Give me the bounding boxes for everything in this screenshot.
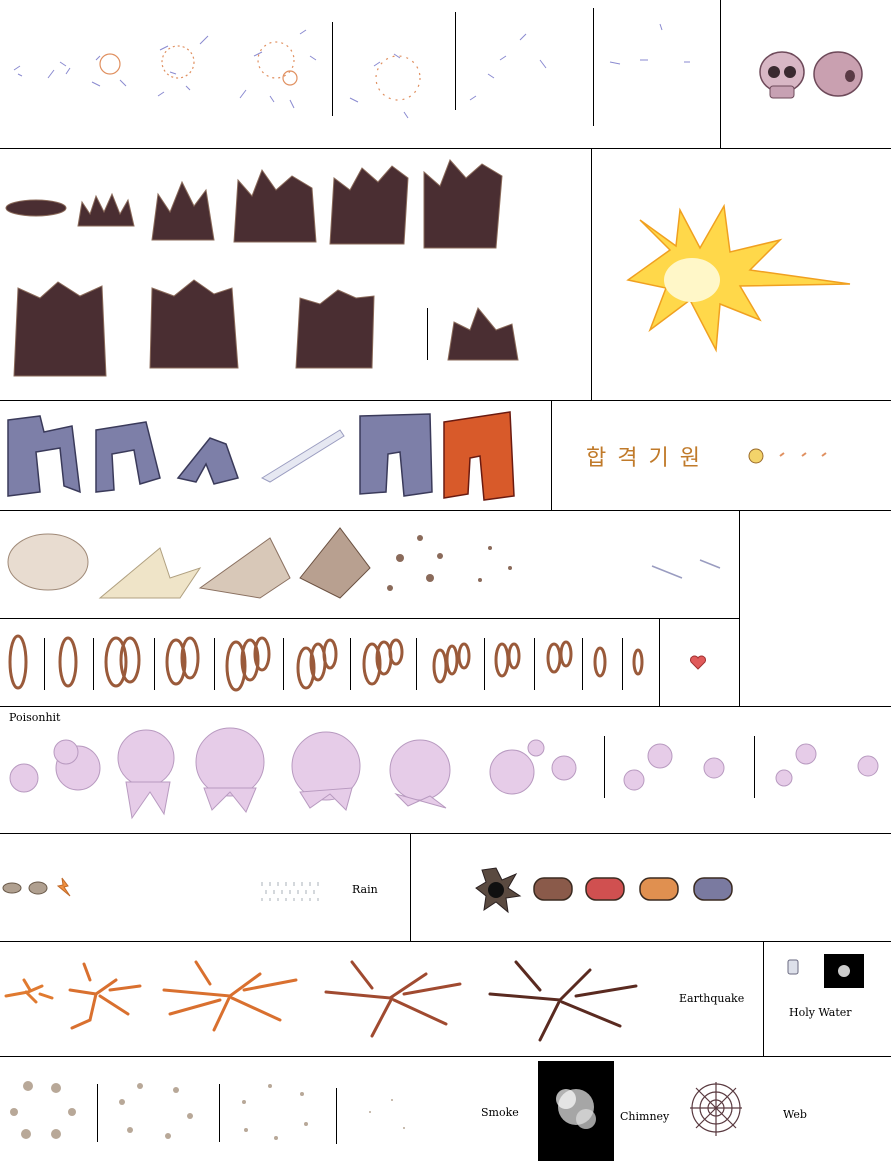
light-burst-flash (626, 203, 851, 353)
row-divider (0, 618, 740, 619)
sprite-sheet: { "sheet": { "title": "", "colors": { "o… (0, 0, 891, 1163)
cell-divider (763, 941, 764, 1056)
rain-drops-sprite (261, 882, 319, 901)
row-divider (0, 510, 891, 511)
heart-icon (690, 655, 706, 670)
chimney-label: Chimney (620, 1110, 670, 1123)
row-divider (0, 706, 891, 707)
row-divider (0, 400, 891, 401)
cell-divider (410, 833, 411, 941)
skull-icon (759, 51, 863, 99)
magic-sparkle-frames (13, 23, 690, 119)
poison-cloud-frames (9, 727, 879, 820)
stone-glyph-frames (7, 411, 515, 501)
cloud-bolt-icons (2, 877, 71, 897)
row-divider (0, 941, 891, 942)
small-stars-trail (748, 448, 827, 464)
cell-divider (720, 0, 721, 148)
web-sprite (690, 1082, 742, 1136)
web-label: Web (783, 1108, 807, 1121)
smoke-label: Smoke (481, 1106, 519, 1119)
holy-water-label: Holy Water (789, 1006, 852, 1019)
cell-divider (551, 400, 552, 510)
cell-divider (591, 148, 592, 400)
earthquake-crack-frames (4, 960, 638, 1042)
chimney-smoke-sprite (538, 1061, 614, 1161)
holy-water-sprites (787, 954, 864, 988)
dust-explosion-frames (7, 527, 721, 599)
sand-pillar-frames (5, 159, 519, 377)
earthquake-label: Earthquake (679, 992, 745, 1005)
bomb-capsule-frames (475, 867, 733, 914)
korean-text-sprite: 합 격 기 원 (586, 446, 702, 471)
rain-label: Rain (352, 883, 378, 896)
ring-frames (8, 634, 644, 692)
row-divider (0, 833, 891, 834)
smoke-ring-frames (10, 1081, 405, 1140)
row-divider (0, 1056, 891, 1057)
